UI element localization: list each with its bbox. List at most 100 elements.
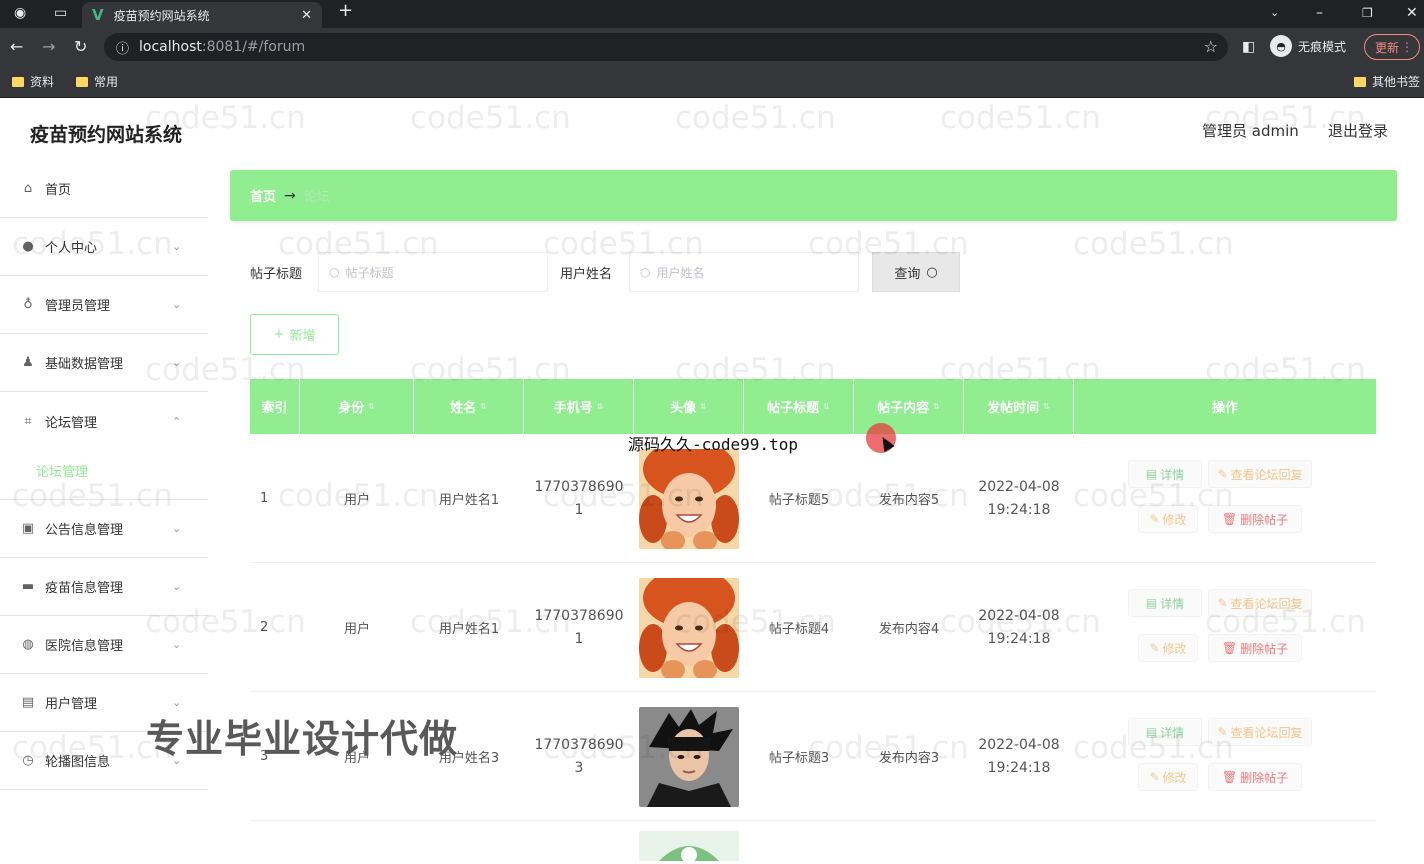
avatar[interactable]: [639, 448, 739, 549]
avatar[interactable]: [639, 706, 739, 807]
reply-label: 查看论坛回复: [1230, 725, 1303, 740]
breadcrumb-home[interactable]: 首页: [250, 186, 276, 205]
menu-dots-icon: ⋮: [1401, 40, 1413, 54]
cell-time: 2022-04-08 19:24:18: [964, 692, 1074, 821]
cell-role: 用户: [343, 493, 370, 508]
edit-button[interactable]: ✎ 修改: [1138, 634, 1198, 662]
view-replies-button[interactable]: ✎ 查看论坛回复: [1208, 589, 1312, 617]
col-time[interactable]: 发帖时间 ⇅: [964, 379, 1074, 434]
incognito-indicator[interactable]: ◓ 无痕模式: [1270, 35, 1346, 57]
cell-role: 用户: [343, 622, 370, 637]
sidebar-item-profile[interactable]: ● 个人中心 ⌄: [0, 218, 208, 276]
col-label: 手机号: [553, 401, 593, 416]
cell-content: 发布内容5: [878, 493, 940, 508]
tab-title: 疫苗预约网站系统: [113, 8, 210, 23]
avatar[interactable]: [639, 831, 739, 861]
sidebar-item-home[interactable]: ⌂ 首页: [0, 160, 208, 218]
bookmark-star-icon[interactable]: ☆: [1204, 37, 1218, 56]
browser-tab-active[interactable]: V 疫苗预约网站系统 ✕: [82, 2, 322, 28]
title-search-placeholder: 帖子标题: [345, 265, 394, 280]
restore-icon[interactable]: ❐: [1362, 4, 1373, 22]
bookmark-folder-2[interactable]: 常用: [76, 73, 118, 90]
sidebar-item-basedata[interactable]: ♟ 基础数据管理 ⌄: [0, 334, 208, 392]
pencil-icon: ✎: [1217, 467, 1228, 481]
tab-overview-icon[interactable]: ▭: [54, 4, 67, 22]
bookmark-folder-1[interactable]: 资料: [12, 73, 54, 90]
col-index[interactable]: 索引: [250, 379, 300, 434]
add-button[interactable]: + 新增: [250, 314, 339, 355]
folder-icon: [76, 76, 88, 87]
col-role[interactable]: 身份 ⇅: [300, 379, 414, 434]
edit-button[interactable]: ✎ 修改: [1138, 505, 1198, 533]
view-replies-button[interactable]: ✎ 查看论坛回复: [1208, 460, 1312, 488]
breadcrumb: 首页 → 论坛: [230, 170, 1397, 221]
detail-button[interactable]: ▤ 详情: [1128, 718, 1202, 746]
col-label: 头像: [670, 401, 697, 416]
cell-title: 帖子标题3: [768, 751, 830, 766]
delete-button[interactable]: 🗑 删除帖子: [1208, 763, 1302, 791]
detail-button[interactable]: ▤ 详情: [1128, 460, 1202, 488]
delete-button[interactable]: 🗑 删除帖子: [1208, 634, 1302, 662]
title-search-input[interactable]: ○ 帖子标题: [318, 252, 548, 292]
sidebar-item-vaccines[interactable]: ▬ 疫苗信息管理 ⌄: [0, 558, 208, 616]
delete-label: 删除帖子: [1240, 641, 1289, 656]
tab-search-icon[interactable]: ⌄: [1270, 4, 1279, 22]
other-bookmarks[interactable]: 其他书签: [1354, 73, 1420, 90]
sort-icon: ⇅: [933, 402, 940, 411]
col-avatar[interactable]: 头像 ⇅: [634, 379, 744, 434]
source-watermark-text: 源码久久-code99.top: [628, 435, 798, 454]
col-label: 帖子标题: [767, 401, 820, 416]
sidebar-item-admins[interactable]: ♁ 管理员管理 ⌄: [0, 276, 208, 334]
bookmarks-bar: 资料 常用 其他书签: [0, 66, 1424, 98]
search-icon: ○: [329, 265, 340, 279]
back-icon[interactable]: ←: [10, 37, 23, 57]
url-field[interactable]: ⓘ localhost :8081/#/forum ☆: [104, 33, 1228, 61]
avatar[interactable]: [639, 577, 739, 678]
url-host: localhost: [139, 39, 202, 55]
pencil-icon: ✎: [1149, 770, 1160, 784]
sidebar-item-label: 基础数据管理: [45, 357, 124, 372]
table-row: 2 用户 用户姓名1 1770378690 1 帖子标题4 发布内容4 2022…: [250, 563, 1376, 692]
edit-button[interactable]: ✎ 修改: [1138, 763, 1198, 791]
detail-button[interactable]: ▤ 详情: [1128, 589, 1202, 617]
edit-label: 修改: [1162, 770, 1187, 785]
logout-link[interactable]: 退出登录: [1328, 120, 1388, 141]
minimize-icon[interactable]: –: [1316, 4, 1323, 22]
query-button[interactable]: 查询 ○: [872, 252, 960, 292]
col-phone[interactable]: 手机号 ⇅: [524, 379, 634, 434]
forward-icon[interactable]: →: [42, 37, 55, 57]
table-row: [250, 821, 1376, 861]
document-icon: ▤: [1145, 596, 1158, 610]
cell-name: 用户姓名1: [438, 622, 500, 637]
sidepanel-icon[interactable]: ◧: [1242, 37, 1255, 57]
col-label: 帖子内容: [877, 401, 930, 416]
delete-button[interactable]: 🗑 删除帖子: [1208, 505, 1302, 533]
incognito-icon: ◓: [1270, 35, 1292, 57]
col-name[interactable]: 姓名 ⇅: [414, 379, 524, 434]
cell-title: 帖子标题4: [768, 622, 830, 637]
view-replies-button[interactable]: ✎ 查看论坛回复: [1208, 718, 1312, 746]
chevron-down-icon: ⌄: [172, 240, 182, 253]
chevron-down-icon: ⌄: [172, 298, 182, 311]
phone-part: 1770378690: [534, 478, 624, 495]
pencil-icon: ✎: [1149, 641, 1160, 655]
sidebar-subitem-forum[interactable]: 论坛管理: [0, 442, 208, 500]
sidebar-item-notices[interactable]: ▣ 公告信息管理 ⌄: [0, 500, 208, 558]
tab-close-icon[interactable]: ✕: [301, 8, 312, 23]
update-button[interactable]: 更新 ⋮: [1364, 34, 1420, 60]
close-window-icon[interactable]: ✕: [1406, 4, 1418, 22]
sidebar-item-label: 疫苗信息管理: [45, 581, 124, 596]
sidebar-item-hospitals[interactable]: ◍ 医院信息管理 ⌄: [0, 616, 208, 674]
time-part: 19:24:18: [987, 501, 1051, 518]
watermark: code51.cn: [940, 100, 1101, 136]
query-label: 查询: [894, 266, 921, 282]
cell-time: 2022-04-08 19:24:18: [964, 563, 1074, 692]
reload-icon[interactable]: ↻: [74, 37, 87, 57]
detail-label: 详情: [1160, 467, 1185, 482]
user-search-input[interactable]: ○ 用户姓名: [629, 252, 859, 292]
col-label: 姓名: [450, 401, 477, 416]
site-info-icon[interactable]: ⓘ: [116, 38, 129, 57]
col-title[interactable]: 帖子标题 ⇅: [744, 379, 854, 434]
new-tab-icon[interactable]: +: [338, 2, 353, 20]
url-path: :8081/#/forum: [201, 39, 306, 55]
